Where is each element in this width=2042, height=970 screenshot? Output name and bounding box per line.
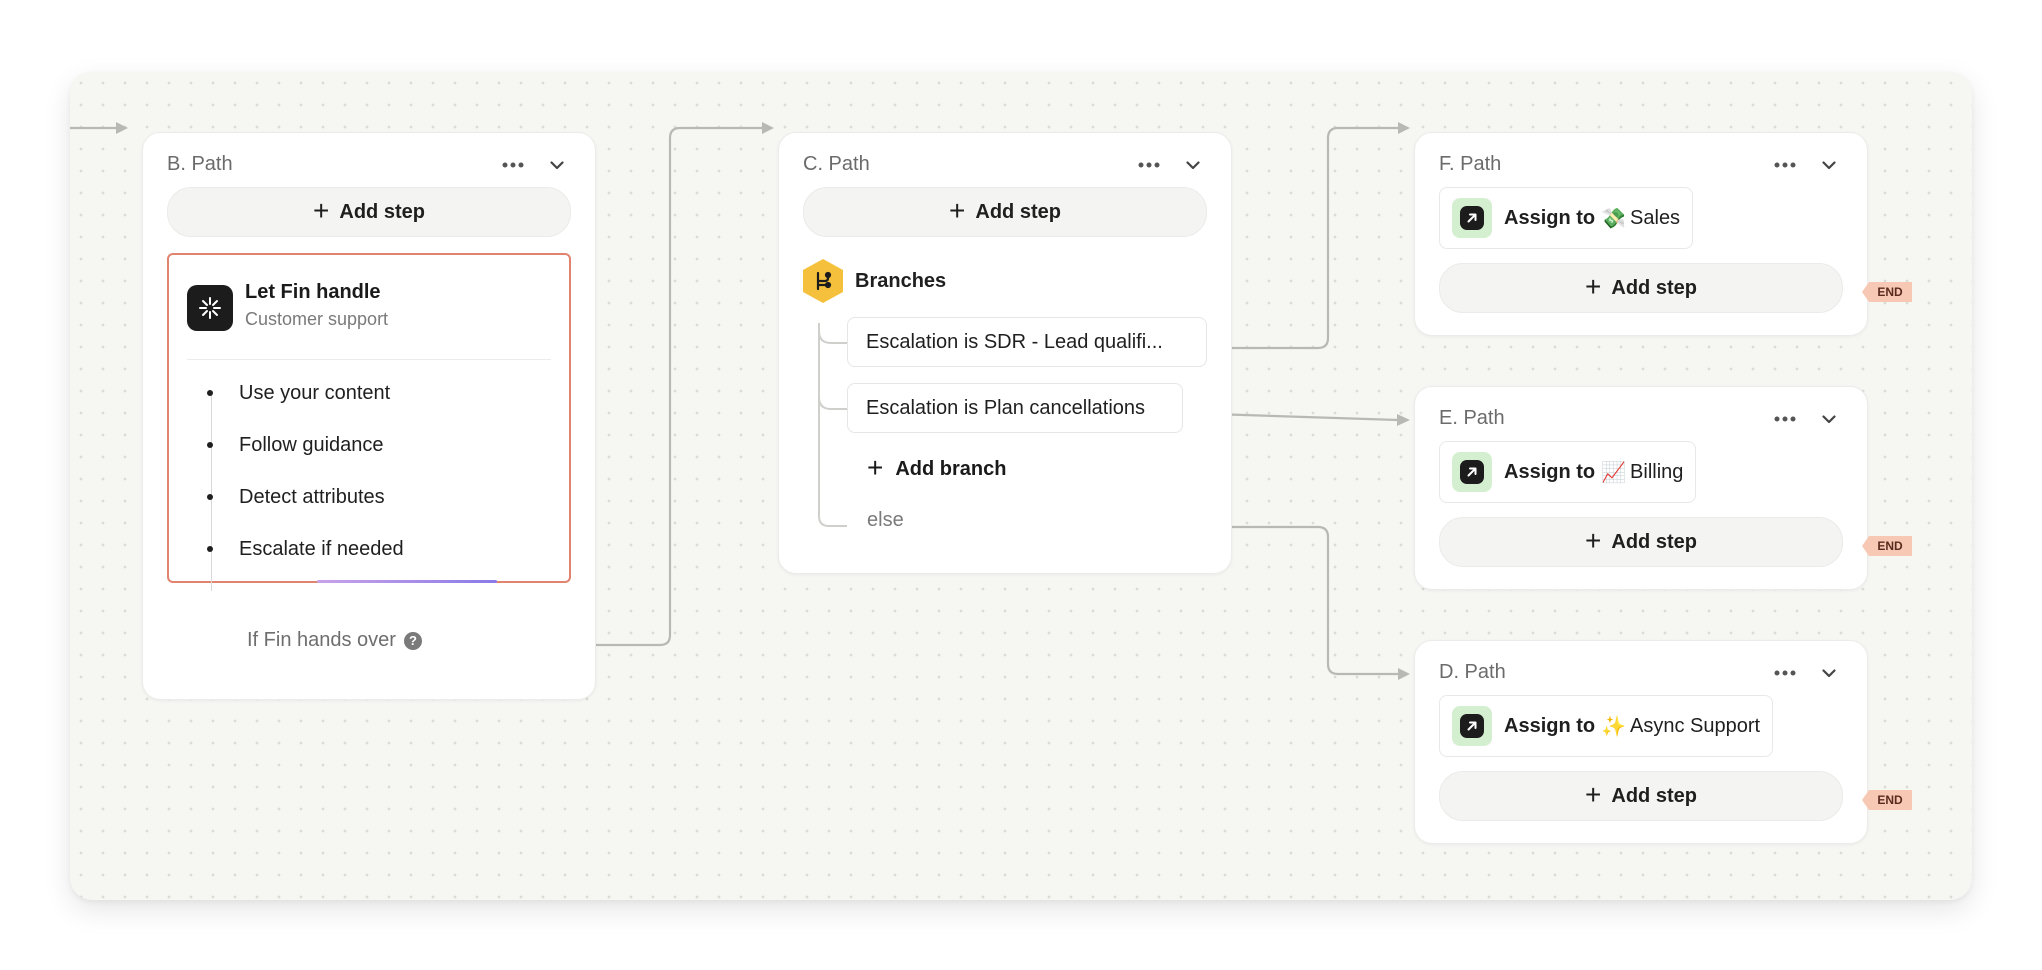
assign-prefix: Assign to <box>1504 206 1596 229</box>
path-title: F. Path <box>1439 153 1502 175</box>
path-card-e[interactable]: E. Path Assign to 📈 Billing + Add step <box>1414 386 1868 590</box>
assign-step[interactable]: Assign to 💸 Sales <box>1439 187 1694 249</box>
assign-target: Async Support <box>1630 714 1761 737</box>
add-step-button[interactable]: + Add step <box>803 187 1207 237</box>
branches-header[interactable]: Branches <box>803 259 946 303</box>
path-title: C. Path <box>803 153 870 175</box>
add-step-label: Add step <box>975 200 1061 223</box>
wire-branch1-to-f <box>1206 126 1398 350</box>
assign-step[interactable]: Assign to 📈 Billing <box>1439 441 1697 503</box>
plus-icon: + <box>1585 270 1602 302</box>
fin-title: Let Fin handle <box>245 281 381 303</box>
more-horizontal-icon[interactable] <box>1771 405 1799 433</box>
branches-label: Branches <box>855 269 947 292</box>
help-icon[interactable]: ? <box>403 631 422 650</box>
end-tag: END <box>1862 790 1912 810</box>
assign-step[interactable]: Assign to ✨ Async Support <box>1439 695 1774 757</box>
path-card-f[interactable]: F. Path Assign to 💸 Sales + Add step <box>1414 132 1868 336</box>
list-item: Use your content <box>205 367 551 419</box>
else-branch: else <box>867 509 904 531</box>
branch-label: Escalation is SDR - Lead qualifi... <box>866 330 1163 353</box>
branch-condition[interactable]: Escalation is Plan cancellations <box>847 383 1183 433</box>
arrow-into-d <box>1398 668 1410 680</box>
add-step-label: Add step <box>1611 784 1697 807</box>
plus-icon: + <box>867 452 884 483</box>
branch-condition[interactable]: Escalation is SDR - Lead qualifi... <box>847 317 1207 367</box>
arrow-into-c <box>762 122 774 134</box>
bullet <box>207 390 213 396</box>
path-title: E. Path <box>1439 407 1505 429</box>
chevron-down-icon[interactable] <box>543 151 571 179</box>
list-item-label: Use your content <box>239 381 391 404</box>
end-tag: END <box>1862 536 1912 556</box>
chevron-down-icon[interactable] <box>1815 659 1843 687</box>
assign-target: Billing <box>1630 460 1684 483</box>
list-item-label: Follow guidance <box>239 433 384 456</box>
assign-arrow-icon <box>1452 452 1492 492</box>
fin-handover-output[interactable]: If Fin hands over ? <box>247 629 422 652</box>
arrow-into-b <box>116 122 128 134</box>
end-tag: END <box>1862 282 1912 302</box>
fin-capability-list: Use your content Follow guidance Detect … <box>205 367 551 575</box>
add-step-label: Add step <box>339 200 425 223</box>
assign-prefix: Assign to <box>1504 714 1596 737</box>
more-horizontal-icon[interactable] <box>1771 659 1799 687</box>
handover-label: If Fin hands over <box>247 629 396 651</box>
fin-step[interactable]: Let Fin handle Customer support Use your… <box>167 253 571 591</box>
workflow-canvas[interactable]: B. Path + Add step Let Fin handle Custom… <box>70 72 1972 900</box>
assign-target: Sales <box>1630 206 1681 229</box>
team-emoji: ✨ <box>1601 715 1627 738</box>
list-item: Follow guidance <box>205 419 551 471</box>
fin-logo-icon <box>187 285 233 331</box>
arrow-into-f <box>1398 122 1410 134</box>
plus-icon: + <box>313 194 330 226</box>
list-item-label: Detect attributes <box>239 485 385 508</box>
list-item-label: Escalate if needed <box>239 537 404 560</box>
assign-arrow-icon <box>1452 706 1492 746</box>
chevron-down-icon[interactable] <box>1815 405 1843 433</box>
more-horizontal-icon[interactable] <box>499 151 527 179</box>
path-card-d[interactable]: D. Path Assign to ✨ Async Support + Add … <box>1414 640 1868 844</box>
branch-label: Escalation is Plan cancellations <box>866 396 1146 419</box>
bullet <box>207 546 213 552</box>
add-branch-label: Add branch <box>895 458 1007 480</box>
add-step-button[interactable]: + Add step <box>1439 263 1843 313</box>
plus-icon: + <box>949 194 966 226</box>
path-card-b[interactable]: B. Path + Add step Let Fin handle Custom… <box>142 132 596 700</box>
chevron-down-icon[interactable] <box>1815 151 1843 179</box>
arrow-into-e <box>1397 414 1410 426</box>
assign-arrow-icon <box>1452 198 1492 238</box>
list-item: Detect attributes <box>205 471 551 523</box>
bullet <box>207 442 213 448</box>
path-card-c[interactable]: C. Path + Add step Branches Escalation i… <box>778 132 1232 574</box>
divider <box>187 359 551 360</box>
add-branch-button[interactable]: + Add branch <box>867 452 1007 483</box>
bullet <box>207 494 213 500</box>
add-step-button[interactable]: + Add step <box>1439 771 1843 821</box>
add-step-button[interactable]: + Add step <box>1439 517 1843 567</box>
list-item: Escalate if needed <box>205 523 551 575</box>
branch-icon <box>803 259 843 303</box>
team-emoji: 💸 <box>1601 207 1627 230</box>
plus-icon: + <box>1585 524 1602 556</box>
team-emoji: 📈 <box>1601 461 1627 484</box>
more-horizontal-icon[interactable] <box>1135 151 1163 179</box>
add-step-label: Add step <box>1611 276 1697 299</box>
add-step-label: Add step <box>1611 530 1697 553</box>
more-horizontal-icon[interactable] <box>1771 151 1799 179</box>
chevron-down-icon[interactable] <box>1179 151 1207 179</box>
add-step-button[interactable]: + Add step <box>167 187 571 237</box>
path-title: D. Path <box>1439 661 1506 683</box>
path-title: B. Path <box>167 153 233 175</box>
assign-prefix: Assign to <box>1504 460 1596 483</box>
fin-accent-bar <box>317 580 497 583</box>
plus-icon: + <box>1585 778 1602 810</box>
fin-subtitle: Customer support <box>245 309 389 329</box>
